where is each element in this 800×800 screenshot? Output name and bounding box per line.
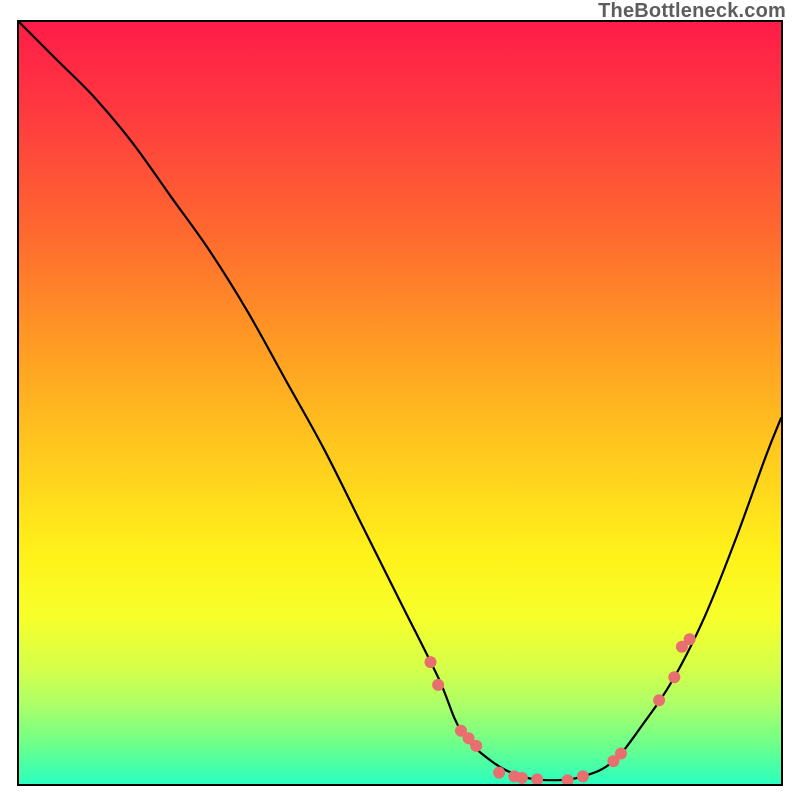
data-point-marker xyxy=(425,656,437,668)
data-point-marker xyxy=(432,679,444,691)
data-point-marker xyxy=(470,740,482,752)
data-point-marker xyxy=(653,694,665,706)
data-point-marker xyxy=(684,633,696,645)
data-point-marker xyxy=(668,671,680,683)
bottleneck-curve xyxy=(19,22,781,780)
chart-svg xyxy=(19,22,781,784)
data-point-marker xyxy=(493,767,505,779)
data-point-marker xyxy=(577,770,589,782)
plot-frame xyxy=(17,20,783,786)
data-point-marker xyxy=(516,772,528,784)
data-point-marker xyxy=(562,774,574,784)
data-point-marker xyxy=(531,773,543,784)
data-point-marker xyxy=(615,748,627,760)
chart-stage: TheBottleneck.com xyxy=(0,0,800,800)
